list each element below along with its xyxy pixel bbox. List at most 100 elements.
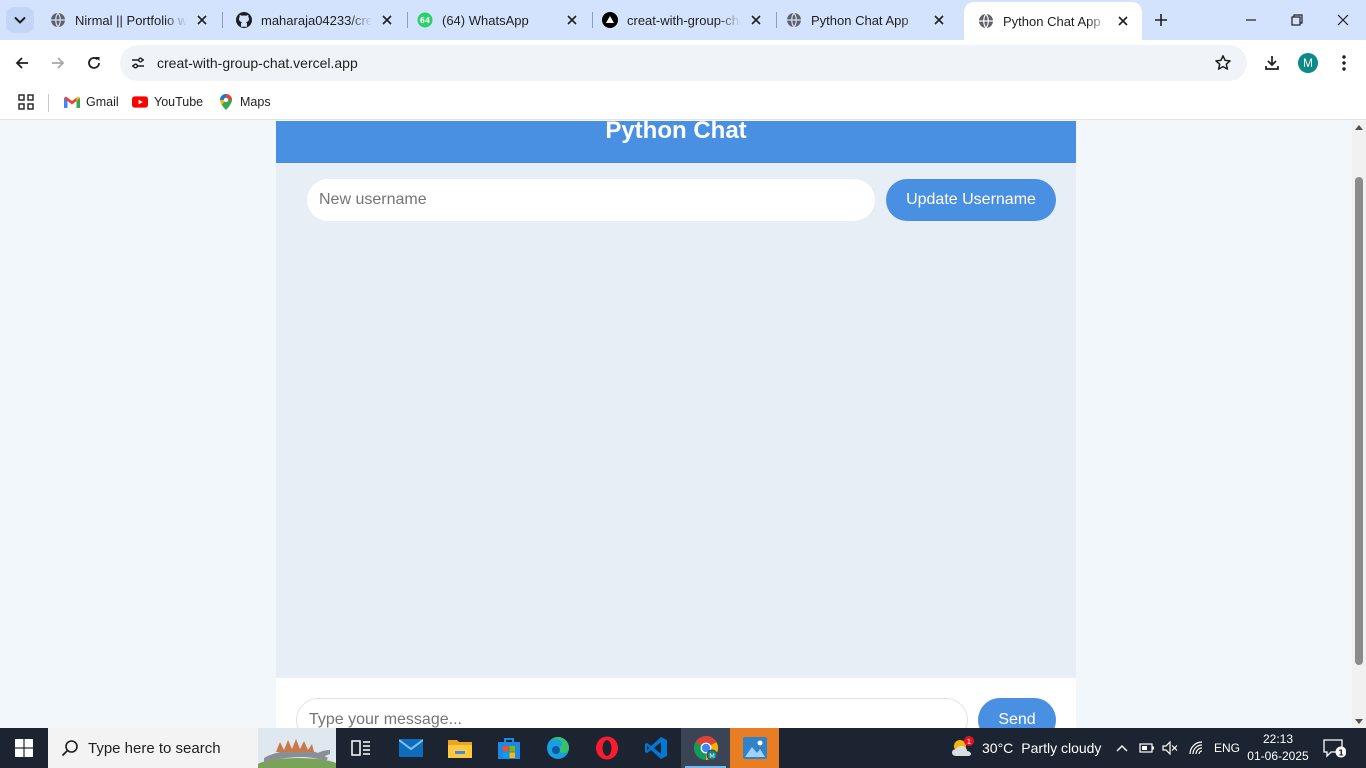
svg-text:64: 64: [420, 16, 430, 25]
arrow-right-icon: [52, 57, 65, 69]
windows-logo-icon: [15, 739, 33, 757]
wifi-icon[interactable]: [1188, 741, 1206, 755]
update-username-button[interactable]: Update Username: [886, 179, 1056, 221]
minimize-button[interactable]: [1228, 0, 1274, 40]
weather-widget[interactable]: 1 30°C Partly cloudy: [950, 728, 1101, 768]
site-info-icon[interactable]: [126, 51, 150, 75]
more-vertical-icon: [1342, 55, 1346, 71]
file-explorer-button[interactable]: [435, 728, 484, 768]
send-button[interactable]: Send: [978, 698, 1056, 728]
close-icon[interactable]: [930, 11, 948, 29]
bookmarks-bar: Gmail YouTube Maps: [0, 86, 1366, 120]
bookmark-label: Gmail: [86, 95, 119, 109]
page-scrollbar[interactable]: [1352, 121, 1366, 728]
taskbar-search-box[interactable]: Type here to search: [48, 728, 336, 768]
close-icon[interactable]: [747, 11, 765, 29]
store-icon: [497, 738, 520, 759]
reload-icon: [88, 57, 100, 69]
tab-search-button[interactable]: [6, 7, 34, 33]
bookmark-star-icon[interactable]: [1213, 53, 1233, 73]
reload-button[interactable]: [79, 48, 109, 78]
chevron-down-icon: [14, 16, 26, 24]
tab-vercel[interactable]: creat-with-group-chat: [588, 4, 775, 36]
bookmark-gmail[interactable]: Gmail: [64, 91, 119, 113]
taskbar-clock[interactable]: 22:13 01-06-2025: [1240, 731, 1316, 765]
vercel-icon: [602, 12, 618, 28]
chevron-up-icon[interactable]: [1115, 744, 1129, 752]
scroll-down-arrow-icon[interactable]: [1355, 719, 1363, 724]
tab-whatsapp[interactable]: 64 (64) WhatsApp: [403, 4, 591, 36]
svg-text:1: 1: [1338, 749, 1344, 758]
chrome-button[interactable]: M: [681, 728, 730, 768]
close-icon[interactable]: [193, 11, 211, 29]
edge-button[interactable]: [533, 728, 582, 768]
chat-container: Python Chat Update Username Send: [276, 121, 1076, 728]
browser-menu-button[interactable]: [1329, 48, 1359, 78]
globe-icon: [50, 12, 66, 28]
globe-icon: [978, 13, 994, 29]
scroll-up-arrow-icon[interactable]: [1355, 125, 1363, 130]
tab-python-chat-active[interactable]: Python Chat App: [964, 2, 1142, 40]
volume-muted-icon[interactable]: [1161, 741, 1179, 755]
tab-title: Python Chat App: [811, 12, 909, 28]
mail-app-button[interactable]: [386, 728, 435, 768]
weather-temperature: 30°C: [982, 740, 1014, 756]
address-bar[interactable]: creat-with-group-chat.vercel.app: [120, 45, 1247, 81]
close-icon[interactable]: [378, 11, 396, 29]
task-view-button[interactable]: [336, 728, 385, 768]
minimize-icon: [1246, 19, 1256, 21]
chat-header: Python Chat: [276, 121, 1076, 163]
photos-app-button[interactable]: [730, 728, 779, 768]
arrow-left-icon: [15, 57, 28, 69]
message-input[interactable]: [296, 698, 968, 728]
downloads-button[interactable]: [1257, 48, 1287, 78]
tab-github[interactable]: maharaja04233/creat: [222, 4, 406, 36]
close-window-button[interactable]: [1320, 0, 1366, 40]
notification-center-button[interactable]: 1: [1322, 728, 1346, 768]
username-input[interactable]: [307, 179, 875, 221]
page-viewport: Python Chat Update Username Send: [0, 121, 1352, 728]
start-button[interactable]: [0, 728, 48, 768]
restore-icon: [1291, 14, 1303, 26]
vscode-icon: [644, 737, 667, 759]
language-indicator[interactable]: ENG: [1214, 741, 1240, 755]
forward-button[interactable]: [43, 48, 73, 78]
chrome-icon: M: [693, 736, 718, 761]
maps-icon: [218, 94, 234, 110]
opera-button[interactable]: [582, 728, 631, 768]
tab-portfolio[interactable]: Nirmal || Portfolio website: [36, 4, 221, 36]
profile-button[interactable]: M: [1293, 48, 1323, 78]
bookmark-label: Maps: [240, 95, 271, 109]
opera-icon: [595, 736, 618, 760]
partly-cloudy-icon: 1: [952, 736, 974, 756]
close-icon[interactable]: [1114, 12, 1132, 30]
bookmark-youtube[interactable]: YouTube: [132, 91, 203, 113]
restore-button[interactable]: [1274, 0, 1320, 40]
windows-taskbar: Type here to search M 1 30°C Partly clou…: [0, 728, 1366, 768]
plus-icon: [1155, 14, 1167, 26]
store-button[interactable]: [484, 728, 533, 768]
page-title: Python Chat: [605, 121, 747, 144]
divider: [48, 94, 49, 112]
username-form: Update Username: [276, 163, 1076, 235]
tab-title: maharaja04233/creat: [261, 12, 372, 28]
vscode-button[interactable]: [631, 728, 680, 768]
scrollbar-thumb[interactable]: [1355, 177, 1363, 665]
back-button[interactable]: [7, 48, 37, 78]
battery-plug-icon[interactable]: [1138, 742, 1156, 754]
messages-list: [276, 235, 1076, 678]
apps-button[interactable]: [16, 92, 36, 112]
apps-grid-icon: [18, 94, 34, 110]
search-placeholder: Type here to search: [88, 739, 221, 757]
tab-python-chat[interactable]: Python Chat App: [772, 4, 958, 36]
tab-title: Python Chat App: [1003, 13, 1101, 29]
new-tab-button[interactable]: [1148, 8, 1174, 32]
search-icon: [60, 738, 80, 758]
close-icon[interactable]: [563, 11, 581, 29]
task-view-icon: [350, 740, 370, 756]
weather-condition: Partly cloudy: [1021, 740, 1102, 756]
url-text: creat-with-group-chat.vercel.app: [157, 55, 358, 71]
close-icon: [1337, 14, 1349, 26]
bookmark-maps[interactable]: Maps: [218, 91, 271, 113]
tab-title: creat-with-group-chat: [627, 12, 741, 28]
